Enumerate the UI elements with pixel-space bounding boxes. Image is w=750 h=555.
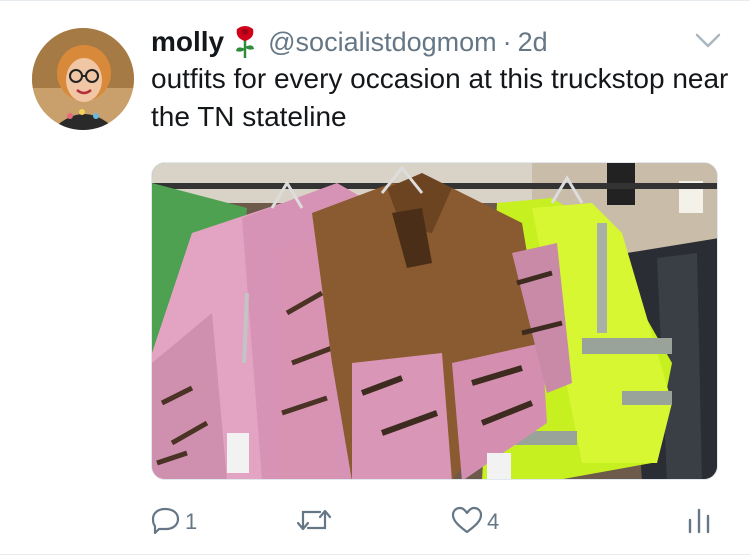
display-name[interactable]: molly (151, 26, 224, 58)
heart-icon (451, 506, 483, 539)
chevron-down-icon[interactable] (695, 30, 721, 50)
tweet-media-image[interactable] (151, 162, 718, 480)
reply-icon (151, 506, 181, 539)
tweet-actions: 1 4 (151, 502, 731, 542)
reply-count: 1 (185, 509, 198, 534)
analytics-button[interactable] (686, 502, 712, 542)
timestamp[interactable]: 2d (518, 27, 548, 58)
analytics-icon (686, 506, 712, 539)
rose-icon (232, 25, 258, 59)
user-handle[interactable]: @socialistdogmom (268, 27, 497, 58)
avatar[interactable] (32, 28, 134, 130)
jackets-photo (152, 163, 717, 479)
retweet-button[interactable] (296, 502, 336, 542)
top-divider (0, 0, 750, 1)
tweet-text: outfits for every occasion at this truck… (151, 63, 729, 132)
retweet-icon (296, 506, 332, 539)
separator-dot: · (502, 26, 512, 57)
reply-button[interactable]: 1 (151, 502, 197, 542)
like-count: 4 (487, 509, 500, 534)
like-button[interactable]: 4 (451, 502, 499, 542)
tweet-header: molly @socialistdogmom · 2d (151, 22, 548, 62)
